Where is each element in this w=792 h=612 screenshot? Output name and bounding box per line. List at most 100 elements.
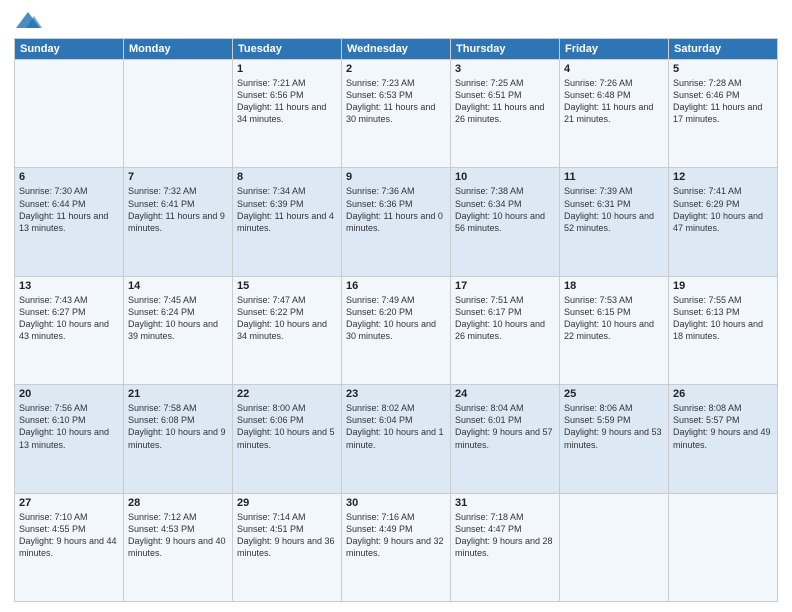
day-number: 7 bbox=[128, 171, 228, 183]
day-number: 23 bbox=[346, 388, 446, 400]
calendar-cell: 29Sunrise: 7:14 AMSunset: 4:51 PMDayligh… bbox=[233, 493, 342, 601]
day-number: 11 bbox=[564, 171, 664, 183]
calendar-cell: 27 Sunrise: 7:10 AMSunset: 4:55 PMDayligh… bbox=[15, 493, 124, 601]
calendar-cell: 21 Sunrise: 7:58 AMSunset: 6:08 PMDayligh… bbox=[124, 385, 233, 493]
calendar-week-4: 20 Sunrise: 7:56 AMSunset: 6:10 PMDayligh… bbox=[15, 385, 778, 493]
day-detail: Sunrise: 7:38 AMSunset: 6:34 PMDaylight:… bbox=[455, 185, 555, 234]
calendar-cell: 5Sunrise: 7:28 AMSunset: 6:46 PMDaylight… bbox=[669, 60, 778, 168]
day-number: 14 bbox=[128, 280, 228, 292]
day-detail: Sunrise: 7:41 AMSunset: 6:29 PMDaylight:… bbox=[673, 185, 773, 234]
day-detail: Sunrise: 7:39 AMSunset: 6:31 PMDaylight:… bbox=[564, 185, 664, 234]
day-number: 21 bbox=[128, 388, 228, 400]
day-number: 25 bbox=[564, 388, 664, 400]
calendar-cell: 25 Sunrise: 8:06 AMSunset: 5:59 PMDayligh… bbox=[560, 385, 669, 493]
day-number: 20 bbox=[19, 388, 119, 400]
day-detail: Sunrise: 7:43 AMSunset: 6:27 PMDaylight:… bbox=[19, 294, 119, 343]
calendar-cell: 8 Sunrise: 7:34 AMSunset: 6:39 PMDaylight… bbox=[233, 168, 342, 276]
day-detail: Sunrise: 7:12 AMSunset: 4:53 PMDaylight:… bbox=[128, 511, 228, 560]
day-number: 9 bbox=[346, 171, 446, 183]
calendar-cell: 6 Sunrise: 7:30 AMSunset: 6:44 PMDaylight… bbox=[15, 168, 124, 276]
calendar-cell: 17 Sunrise: 7:51 AMSunset: 6:17 PMDayligh… bbox=[451, 276, 560, 384]
day-number: 17 bbox=[455, 280, 555, 292]
calendar-week-5: 27 Sunrise: 7:10 AMSunset: 4:55 PMDayligh… bbox=[15, 493, 778, 601]
page: SundayMondayTuesdayWednesdayThursdayFrid… bbox=[0, 0, 792, 612]
day-detail: Sunrise: 8:06 AMSunset: 5:59 PMDaylight:… bbox=[564, 402, 664, 451]
weekday-header-monday: Monday bbox=[124, 39, 233, 60]
day-detail: Sunrise: 7:30 AMSunset: 6:44 PMDaylight:… bbox=[19, 185, 119, 234]
calendar-cell: 22 Sunrise: 8:00 AMSunset: 6:06 PMDayligh… bbox=[233, 385, 342, 493]
day-number: 2 bbox=[346, 63, 446, 75]
calendar-cell: 15 Sunrise: 7:47 AMSunset: 6:22 PMDayligh… bbox=[233, 276, 342, 384]
day-number: 28 bbox=[128, 497, 228, 509]
day-detail: Sunrise: 7:25 AMSunset: 6:51 PMDaylight:… bbox=[455, 77, 555, 126]
day-detail: Sunrise: 8:02 AMSunset: 6:04 PMDaylight:… bbox=[346, 402, 446, 451]
day-detail: Sunrise: 7:10 AMSunset: 4:55 PMDaylight:… bbox=[19, 511, 119, 560]
day-number: 27 bbox=[19, 497, 119, 509]
weekday-header-saturday: Saturday bbox=[669, 39, 778, 60]
calendar-cell bbox=[124, 60, 233, 168]
day-detail: Sunrise: 7:34 AMSunset: 6:39 PMDaylight:… bbox=[237, 185, 337, 234]
calendar-cell: 19Sunrise: 7:55 AMSunset: 6:13 PMDayligh… bbox=[669, 276, 778, 384]
day-detail: Sunrise: 7:49 AMSunset: 6:20 PMDaylight:… bbox=[346, 294, 446, 343]
day-number: 19 bbox=[673, 280, 773, 292]
logo-icon bbox=[14, 10, 42, 32]
day-number: 24 bbox=[455, 388, 555, 400]
day-number: 29 bbox=[237, 497, 337, 509]
day-number: 6 bbox=[19, 171, 119, 183]
day-detail: Sunrise: 7:21 AMSunset: 6:56 PMDaylight:… bbox=[237, 77, 337, 126]
calendar-cell: 4 Sunrise: 7:26 AMSunset: 6:48 PMDaylight… bbox=[560, 60, 669, 168]
logo bbox=[14, 10, 46, 32]
day-number: 30 bbox=[346, 497, 446, 509]
day-detail: Sunrise: 7:53 AMSunset: 6:15 PMDaylight:… bbox=[564, 294, 664, 343]
day-detail: Sunrise: 7:18 AMSunset: 4:47 PMDaylight:… bbox=[455, 511, 555, 560]
calendar-cell: 23 Sunrise: 8:02 AMSunset: 6:04 PMDayligh… bbox=[342, 385, 451, 493]
day-detail: Sunrise: 7:23 AMSunset: 6:53 PMDaylight:… bbox=[346, 77, 446, 126]
weekday-header-sunday: Sunday bbox=[15, 39, 124, 60]
calendar-cell bbox=[15, 60, 124, 168]
calendar-cell: 24 Sunrise: 8:04 AMSunset: 6:01 PMDayligh… bbox=[451, 385, 560, 493]
day-detail: Sunrise: 7:47 AMSunset: 6:22 PMDaylight:… bbox=[237, 294, 337, 343]
calendar-cell: 12 Sunrise: 7:41 AMSunset: 6:29 PMDayligh… bbox=[669, 168, 778, 276]
calendar-cell: 7Sunrise: 7:32 AMSunset: 6:41 PMDaylight… bbox=[124, 168, 233, 276]
day-number: 18 bbox=[564, 280, 664, 292]
calendar-cell: 10 Sunrise: 7:38 AMSunset: 6:34 PMDayligh… bbox=[451, 168, 560, 276]
day-detail: Sunrise: 7:51 AMSunset: 6:17 PMDaylight:… bbox=[455, 294, 555, 343]
calendar-week-1: 1 Sunrise: 7:21 AMSunset: 6:56 PMDaylight… bbox=[15, 60, 778, 168]
day-detail: Sunrise: 7:16 AMSunset: 4:49 PMDaylight:… bbox=[346, 511, 446, 560]
calendar-cell: 14Sunrise: 7:45 AMSunset: 6:24 PMDayligh… bbox=[124, 276, 233, 384]
calendar-week-2: 6 Sunrise: 7:30 AMSunset: 6:44 PMDaylight… bbox=[15, 168, 778, 276]
day-number: 13 bbox=[19, 280, 119, 292]
day-number: 26 bbox=[673, 388, 773, 400]
calendar-cell: 1 Sunrise: 7:21 AMSunset: 6:56 PMDaylight… bbox=[233, 60, 342, 168]
calendar-cell bbox=[560, 493, 669, 601]
calendar-cell: 30 Sunrise: 7:16 AMSunset: 4:49 PMDayligh… bbox=[342, 493, 451, 601]
weekday-header-thursday: Thursday bbox=[451, 39, 560, 60]
calendar-week-3: 13 Sunrise: 7:43 AMSunset: 6:27 PMDayligh… bbox=[15, 276, 778, 384]
calendar-cell: 18 Sunrise: 7:53 AMSunset: 6:15 PMDayligh… bbox=[560, 276, 669, 384]
day-number: 22 bbox=[237, 388, 337, 400]
day-detail: Sunrise: 7:26 AMSunset: 6:48 PMDaylight:… bbox=[564, 77, 664, 126]
day-detail: Sunrise: 8:00 AMSunset: 6:06 PMDaylight:… bbox=[237, 402, 337, 451]
calendar-cell: 16Sunrise: 7:49 AMSunset: 6:20 PMDayligh… bbox=[342, 276, 451, 384]
header bbox=[14, 10, 778, 32]
day-number: 1 bbox=[237, 63, 337, 75]
day-number: 10 bbox=[455, 171, 555, 183]
day-number: 31 bbox=[455, 497, 555, 509]
day-detail: Sunrise: 7:58 AMSunset: 6:08 PMDaylight:… bbox=[128, 402, 228, 451]
weekday-header-tuesday: Tuesday bbox=[233, 39, 342, 60]
calendar-cell: 31 Sunrise: 7:18 AMSunset: 4:47 PMDayligh… bbox=[451, 493, 560, 601]
day-number: 8 bbox=[237, 171, 337, 183]
day-detail: Sunrise: 7:56 AMSunset: 6:10 PMDaylight:… bbox=[19, 402, 119, 451]
day-number: 5 bbox=[673, 63, 773, 75]
weekday-header-wednesday: Wednesday bbox=[342, 39, 451, 60]
calendar-cell: 11 Sunrise: 7:39 AMSunset: 6:31 PMDayligh… bbox=[560, 168, 669, 276]
calendar-cell: 26Sunrise: 8:08 AMSunset: 5:57 PMDayligh… bbox=[669, 385, 778, 493]
calendar-cell: 3 Sunrise: 7:25 AMSunset: 6:51 PMDaylight… bbox=[451, 60, 560, 168]
calendar-cell: 20 Sunrise: 7:56 AMSunset: 6:10 PMDayligh… bbox=[15, 385, 124, 493]
day-number: 3 bbox=[455, 63, 555, 75]
day-detail: Sunrise: 8:04 AMSunset: 6:01 PMDaylight:… bbox=[455, 402, 555, 451]
day-number: 4 bbox=[564, 63, 664, 75]
day-number: 12 bbox=[673, 171, 773, 183]
calendar-cell bbox=[669, 493, 778, 601]
day-number: 15 bbox=[237, 280, 337, 292]
